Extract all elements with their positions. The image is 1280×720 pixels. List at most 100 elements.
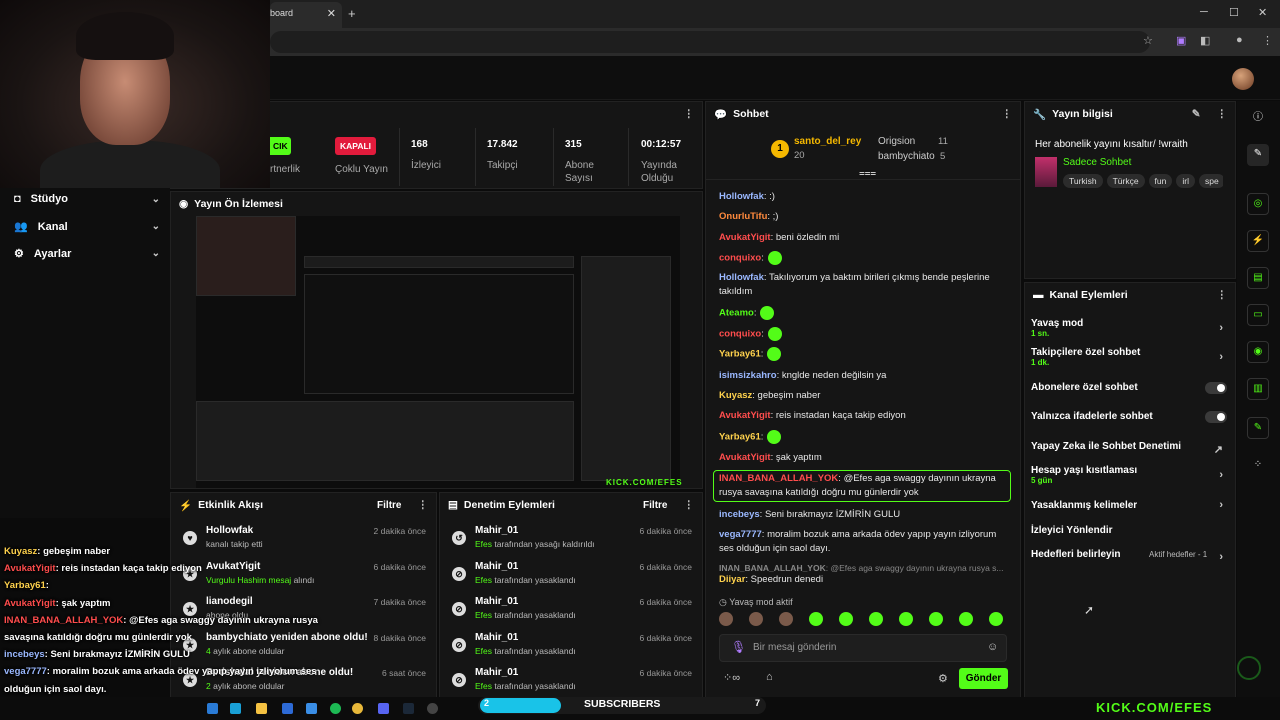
- wrench-icon[interactable]: ✎: [1247, 417, 1269, 439]
- tag-chip[interactable]: Turkish: [1063, 174, 1103, 188]
- emote-icon[interactable]: [929, 612, 943, 626]
- chat-username[interactable]: OnurluTifu: [719, 211, 767, 222]
- tag-chip[interactable]: irl: [1176, 174, 1195, 188]
- chat-username[interactable]: vega7777: [719, 529, 762, 540]
- channel-action[interactable]: Hedefleri belirleyin Aktif hedefler - 1 ›: [1031, 549, 1227, 563]
- discord-icon[interactable]: [378, 703, 389, 714]
- more-icon[interactable]: ⋮: [1217, 289, 1228, 301]
- emoji-icon[interactable]: ☺: [987, 641, 998, 653]
- chat-username[interactable]: Diiyar: [719, 574, 745, 585]
- moderation-item[interactable]: ⊘ Mahir_01 Efes tarafından yasaklandı 6 dak…: [440, 632, 702, 667]
- emote-icon[interactable]: [959, 612, 973, 626]
- collapse-icon[interactable]: ⩶: [859, 168, 876, 179]
- channel-action[interactable]: Yasaklanmış kelimeler ›: [1031, 499, 1227, 511]
- emote-icon[interactable]: [899, 612, 913, 626]
- list-icon[interactable]: ▤: [1247, 267, 1269, 289]
- chat-username[interactable]: isimsizkahro: [719, 370, 777, 381]
- browser-tab[interactable]: board ✕: [270, 2, 342, 28]
- edge-icon[interactable]: [230, 703, 241, 714]
- start-icon[interactable]: [207, 703, 218, 714]
- chat-username[interactable]: Hollowfak: [719, 272, 764, 283]
- store-icon[interactable]: ⌂: [766, 671, 773, 683]
- chat-username[interactable]: Yarbay61: [719, 432, 761, 443]
- chat-username[interactable]: Kuyasz: [719, 390, 752, 401]
- tag-chip[interactable]: fun: [1148, 174, 1173, 188]
- edit-icon[interactable]: ✎: [1192, 108, 1201, 120]
- send-button[interactable]: Gönder: [959, 668, 1008, 689]
- channel-action[interactable]: Takipçilere özel sohbet 1 dk. ›: [1031, 347, 1227, 367]
- folder-icon[interactable]: [256, 703, 267, 714]
- close-window-icon[interactable]: ✕: [1258, 6, 1267, 19]
- moderation-item[interactable]: ↺ Mahir_01 Efes tarafından yasağı kaldırıl…: [440, 525, 702, 560]
- layout-icon[interactable]: ▥: [1247, 378, 1269, 400]
- moderation-item[interactable]: ⊘ Mahir_01 Efes tarafından yasaklandı 6 dak…: [440, 561, 702, 596]
- mail-icon[interactable]: [282, 703, 293, 714]
- stream-preview-video[interactable]: [196, 216, 680, 488]
- bolt-icon[interactable]: ⚡: [1247, 230, 1269, 252]
- toggle-switch[interactable]: [1205, 382, 1227, 394]
- sidebar-item-settings[interactable]: ⚙ Ayarlar ⌄: [14, 247, 160, 261]
- steam-icon[interactable]: [403, 703, 414, 714]
- pencil-icon[interactable]: ✎: [1247, 144, 1269, 166]
- emote-icon[interactable]: [809, 612, 823, 626]
- more-icon[interactable]: ⋮: [684, 108, 695, 120]
- chat-username[interactable]: INAN_BANA_ALLAH_YOK: [719, 563, 826, 573]
- info-icon[interactable]: ⓘ: [1247, 108, 1269, 130]
- tab-close-icon[interactable]: ✕: [327, 7, 336, 20]
- chrome-icon[interactable]: [352, 703, 363, 714]
- target-icon[interactable]: ◎: [1247, 193, 1269, 215]
- sidebar-item-studio[interactable]: ◘ Stüdyo ⌄: [14, 193, 160, 205]
- chat-username[interactable]: INAN_BANA_ALLAH_YOK: [719, 473, 838, 484]
- chat-username[interactable]: Hollowfak: [719, 191, 764, 202]
- tag-chip[interactable]: Türkçe: [1106, 174, 1145, 188]
- address-input[interactable]: [270, 31, 1150, 53]
- emote-icon[interactable]: [869, 612, 883, 626]
- moderation-item[interactable]: ⊘ Mahir_01 Efes tarafından yasaklandı 6 dak…: [440, 596, 702, 631]
- chat-username[interactable]: AvukatYigit: [719, 452, 771, 463]
- channel-action[interactable]: Yavaş mod 1 sn. ›: [1031, 318, 1227, 338]
- menu-icon[interactable]: ⋮: [1262, 34, 1273, 47]
- channel-action[interactable]: Abonelere özel sohbet: [1031, 382, 1227, 394]
- chat-username[interactable]: AvukatYigit: [719, 410, 771, 421]
- emote-icon[interactable]: [839, 612, 853, 626]
- chat-username[interactable]: conquixo: [719, 329, 761, 340]
- top-gifter-name[interactable]: santo_del_rey: [794, 136, 861, 147]
- tag-chip[interactable]: spe: [1198, 174, 1223, 188]
- store-app-icon[interactable]: [306, 703, 317, 714]
- emote-icon[interactable]: [719, 612, 733, 626]
- more-icon[interactable]: ⋮: [684, 499, 695, 511]
- new-tab-button[interactable]: +: [348, 6, 356, 21]
- partner-button[interactable]: CIK: [270, 137, 291, 155]
- mic-icon[interactable]: 🎙: [731, 640, 746, 654]
- chat-username[interactable]: Ateamo: [719, 308, 754, 319]
- maximize-icon[interactable]: ☐: [1229, 6, 1239, 19]
- channel-action[interactable]: İzleyici Yönlendir: [1031, 525, 1227, 536]
- star-icon[interactable]: ☆: [1143, 34, 1153, 47]
- more-icon[interactable]: ⋮: [1217, 108, 1228, 120]
- points-icon[interactable]: ⁘∞: [723, 671, 740, 684]
- broadcast-icon[interactable]: ◉: [1247, 341, 1269, 363]
- chat-settings-icon[interactable]: ⚙: [938, 672, 948, 685]
- category-name[interactable]: Sadece Sohbet: [1063, 157, 1131, 168]
- emote-icon[interactable]: [779, 612, 793, 626]
- toggle-switch[interactable]: [1205, 411, 1227, 423]
- chat-username[interactable]: Yarbay61: [719, 349, 761, 360]
- multistream-toggle-button[interactable]: KAPALI: [335, 137, 377, 155]
- channel-action[interactable]: Hesap yaşı kısıtlaması 5 gün ›: [1031, 465, 1227, 485]
- extension-icon[interactable]: ▣: [1176, 34, 1186, 47]
- chat-input[interactable]: Bir mesaj gönderin: [719, 634, 1007, 662]
- puzzle-icon[interactable]: ◧: [1200, 34, 1210, 47]
- chat-username[interactable]: conquixo: [719, 253, 761, 264]
- second-gifter-name[interactable]: Origsion: [878, 136, 915, 147]
- sidebar-item-channel[interactable]: 👥 Kanal ⌄: [14, 220, 160, 234]
- spotify-icon[interactable]: [330, 703, 341, 714]
- channel-action[interactable]: Yalnızca ifadelerle sohbet: [1031, 411, 1227, 423]
- avatar[interactable]: [1232, 68, 1254, 90]
- minimize-icon[interactable]: ─: [1200, 6, 1208, 18]
- filter-button[interactable]: Filtre: [643, 500, 667, 511]
- more-icon[interactable]: ⋮: [418, 499, 429, 511]
- profile-icon[interactable]: ●: [1236, 34, 1243, 46]
- third-gifter-name[interactable]: bambychiato: [878, 151, 935, 162]
- obs-icon[interactable]: [427, 703, 438, 714]
- filter-button[interactable]: Filtre: [377, 500, 401, 511]
